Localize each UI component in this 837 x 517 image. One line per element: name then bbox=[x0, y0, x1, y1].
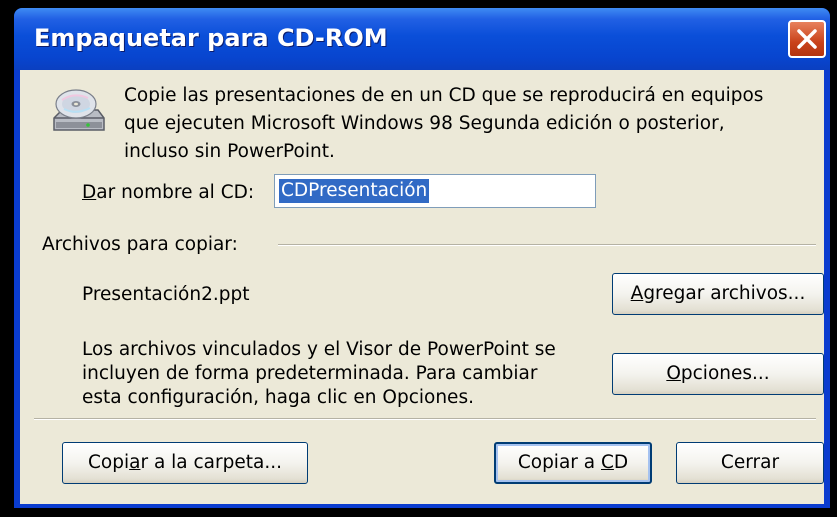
button-label: Copi bbox=[87, 452, 130, 473]
label-text: ar nombre al CD: bbox=[96, 182, 255, 203]
description-line: incluso sin PowerPoint. bbox=[124, 141, 335, 162]
cd-name-value: CDPresentación bbox=[279, 179, 430, 203]
button-label: pciones... bbox=[680, 363, 770, 384]
info-line: esta configuración, haga clic en Opcione… bbox=[82, 387, 474, 408]
accelerator-key: D bbox=[82, 182, 97, 203]
dialog-window: Empaquetar para CD-ROM Copie las present… bbox=[14, 8, 830, 508]
button-label: r a la carpeta... bbox=[140, 452, 282, 473]
accelerator-key: O bbox=[666, 363, 681, 384]
close-button[interactable] bbox=[788, 20, 826, 58]
title-bar[interactable]: Empaquetar para CD-ROM bbox=[14, 8, 830, 70]
cd-name-label: Dar nombre al CD: bbox=[82, 182, 254, 203]
file-list-item: Presentación2.ppt bbox=[82, 284, 250, 305]
description-line: Copie las presentaciones de en un CD que… bbox=[124, 85, 764, 106]
button-label: D bbox=[613, 452, 629, 473]
button-label: gregar archivos... bbox=[643, 283, 806, 304]
button-label: Copiar a bbox=[517, 452, 601, 473]
files-group-label: Archivos para copiar: bbox=[42, 234, 238, 255]
copy-to-folder-button[interactable]: Copiar a la carpeta... bbox=[62, 442, 308, 484]
info-line: incluyen de forma predeterminada. Para c… bbox=[82, 363, 538, 384]
window-title: Empaquetar para CD-ROM bbox=[34, 24, 388, 52]
cd-drive-icon bbox=[53, 89, 105, 131]
close-dialog-button[interactable]: Cerrar bbox=[676, 442, 824, 484]
accelerator-key: C bbox=[601, 452, 614, 473]
accelerator-key: a bbox=[129, 452, 141, 473]
close-icon bbox=[797, 29, 817, 49]
dialog-body: Copie las presentaciones de en un CD que… bbox=[20, 70, 824, 504]
footer-divider bbox=[34, 418, 816, 420]
linked-files-info: Los archivos vinculados y el Visor de Po… bbox=[82, 338, 556, 410]
info-line: Los archivos vinculados y el Visor de Po… bbox=[82, 339, 556, 360]
cd-name-input[interactable]: CDPresentación bbox=[274, 174, 596, 208]
copy-to-cd-button[interactable]: Copiar a CD bbox=[494, 442, 652, 484]
description-line: que ejecuten Microsoft Windows 98 Segund… bbox=[124, 113, 725, 134]
group-divider bbox=[278, 244, 816, 246]
options-button[interactable]: Opciones... bbox=[612, 353, 824, 395]
accelerator-key: A bbox=[630, 283, 644, 304]
description-text: Copie las presentaciones de en un CD que… bbox=[124, 82, 804, 166]
add-files-button[interactable]: Agregar archivos... bbox=[612, 273, 824, 315]
